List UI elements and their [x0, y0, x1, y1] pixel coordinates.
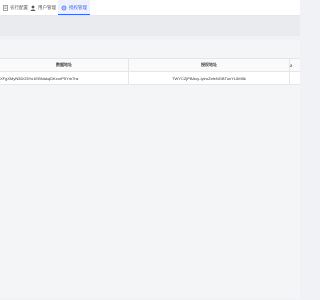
header-third-column[interactable]: 2	[290, 59, 300, 71]
document-icon	[2, 4, 8, 11]
table-row[interactable]: XFgXMyN5DG5Yo1EBNakqDKxorP5Ym7hz TWYCZjP…	[0, 72, 300, 85]
tab-label: 用户管理	[38, 4, 56, 10]
cell-data-address: XFgXMyN5DG5Yo1EBNakqDKxorP5Ym7hz	[0, 75, 79, 81]
cell-auth-address: TWYCZjPBAxy-IyiroZxfeNGBTunYL6M5k	[172, 75, 246, 81]
authorization-table: 数据地址 授权地址 2 XFgXMyN5DG5Yo1EBNakqDKxorP5Y…	[0, 58, 300, 85]
header-data-address[interactable]: 数据地址	[0, 59, 128, 71]
header-auth-address[interactable]: 授权地址	[129, 59, 289, 71]
cell-third-column	[290, 72, 300, 84]
top-navigation: 农行配置 用户管理 授权管理	[0, 0, 300, 16]
active-tab-indicator	[58, 14, 90, 15]
toolbar-band	[0, 16, 300, 36]
tab-bank-config[interactable]: 农行配置	[2, 0, 28, 15]
tab-label: 农行配置	[10, 4, 28, 10]
tab-user-management[interactable]: 用户管理	[30, 0, 56, 15]
tab-authorization-management[interactable]: 授权管理	[58, 0, 90, 15]
tab-label: 授权管理	[69, 4, 87, 10]
gear-icon	[61, 5, 67, 11]
table-header-row: 数据地址 授权地址 2	[0, 59, 300, 72]
user-icon	[30, 5, 36, 11]
